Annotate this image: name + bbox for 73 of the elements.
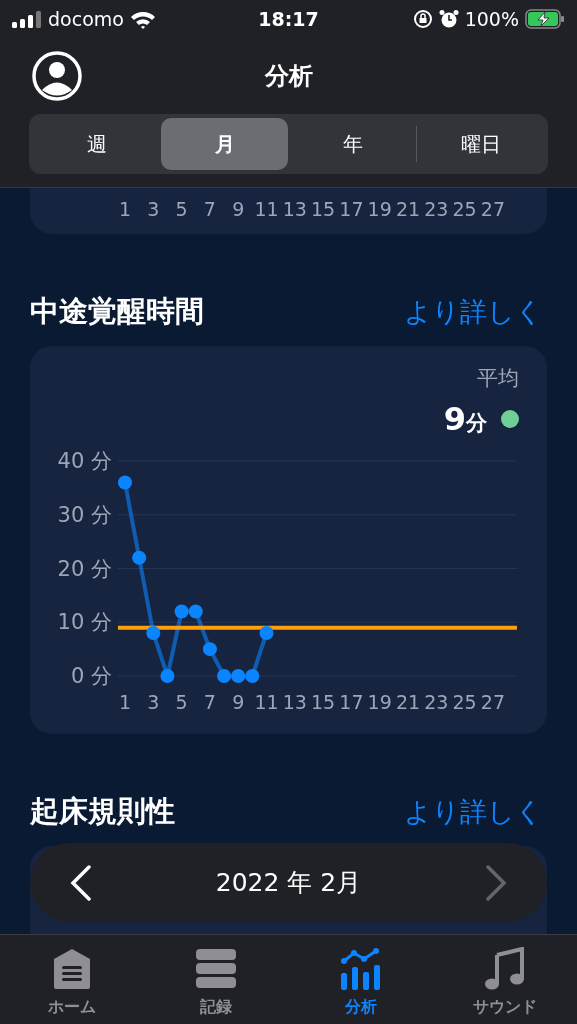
signal-icon	[12, 10, 42, 28]
chart-icon	[339, 947, 382, 991]
section-title: 起床規則性	[30, 793, 175, 830]
data-point	[245, 669, 260, 683]
data-point	[174, 604, 189, 619]
axis-label: 3	[147, 198, 160, 220]
axis-label: 5	[175, 691, 188, 713]
axis-label: 11	[254, 198, 279, 220]
data-point	[132, 550, 147, 565]
more-link[interactable]: より詳しく	[404, 294, 543, 330]
profile-icon[interactable]	[32, 51, 82, 101]
axis-label: 23	[424, 691, 449, 713]
axis-label: 27	[480, 691, 505, 713]
carrier-name: docomo	[48, 8, 124, 30]
page-title: 分析	[264, 61, 313, 92]
previous-button[interactable]	[70, 864, 92, 901]
axis-label: 9	[232, 691, 245, 713]
axis-label: 23	[424, 198, 449, 220]
data-point	[146, 626, 161, 640]
axis-label: 27	[480, 198, 505, 220]
axis-label: 7	[203, 198, 216, 220]
axis-label: 25	[452, 198, 477, 220]
average-label: 平均	[477, 365, 519, 392]
period-tab[interactable]: 週	[33, 118, 160, 170]
axis-label: 15	[311, 198, 336, 220]
more-link[interactable]: より詳しく	[404, 794, 543, 830]
axis-label: 0 分	[70, 664, 112, 688]
battery-icon	[525, 9, 565, 29]
axis-label: 7	[203, 691, 216, 713]
status-time: 18:17	[258, 8, 319, 30]
rotation-lock-icon	[412, 9, 433, 29]
battery-percent: 100%	[464, 8, 519, 30]
data-point	[217, 669, 232, 683]
period-tab[interactable]: 月	[161, 118, 288, 170]
axis-label: 17	[339, 198, 364, 220]
data-point	[202, 642, 217, 657]
tab-bar-item[interactable]: 分析	[288, 935, 433, 1024]
axis-label: 30 分	[57, 502, 112, 527]
tab-bar-item[interactable]: ホーム	[0, 935, 145, 1024]
axis-label: 19	[367, 691, 392, 713]
axis-label: 17	[339, 691, 364, 713]
axis-label: 5	[175, 198, 188, 220]
data-point	[118, 475, 132, 490]
axis-label: 10 分	[57, 610, 112, 635]
average-value: 9分	[443, 400, 487, 438]
axis-label: 40 分	[57, 449, 112, 473]
axis-label: 13	[282, 691, 307, 713]
axis-label: 1	[118, 691, 132, 713]
axis-label: 13	[282, 198, 307, 220]
axis-label: 9	[232, 198, 245, 220]
alarm-icon	[438, 9, 459, 29]
axis-label: 1	[118, 198, 132, 220]
axis-label: 19	[367, 198, 392, 220]
wifi-icon	[129, 9, 156, 29]
tab-bar-item[interactable]: 記録	[144, 935, 289, 1024]
axis-label: 21	[395, 691, 421, 713]
music-note-icon	[483, 947, 526, 991]
axis-label: 25	[452, 691, 477, 713]
data-point	[160, 669, 175, 683]
axis-label: 15	[311, 691, 336, 713]
data-point	[231, 669, 246, 683]
data-point	[188, 604, 203, 619]
axis-label: 21	[395, 198, 421, 220]
axis-label: 11	[254, 691, 279, 713]
period-tab[interactable]: 年	[289, 118, 416, 170]
list-icon	[195, 947, 238, 991]
axis-label: 3	[147, 691, 160, 713]
axis-label: 20 分	[57, 556, 112, 581]
data-point	[259, 626, 274, 640]
period-tab[interactable]: 曜日	[417, 118, 544, 170]
section-title: 中途覚醒時間	[30, 293, 204, 330]
month-label: 2022 年 2月	[215, 867, 362, 899]
tab-bar-item[interactable]: サウンド	[432, 935, 577, 1024]
